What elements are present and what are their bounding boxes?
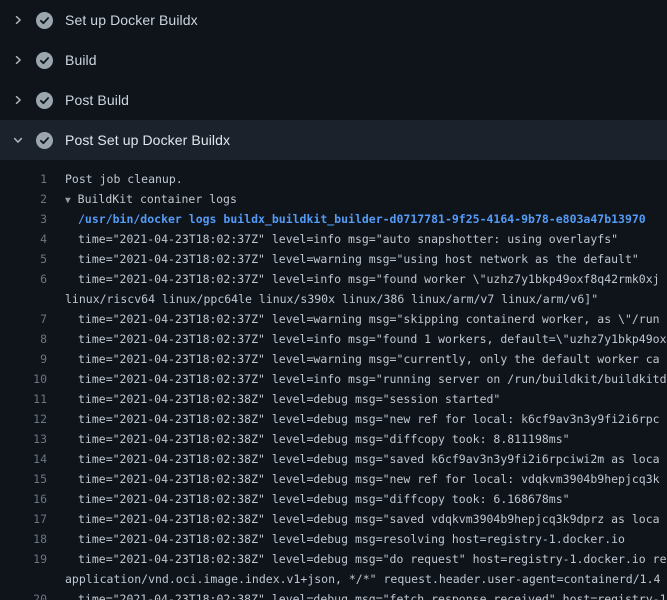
check-circle-icon [36, 52, 53, 69]
log-line-number[interactable]: 6 [0, 269, 47, 289]
log-line-number[interactable]: 17 [0, 509, 47, 529]
log-line-text: time="2021-04-23T18:02:37Z" level=warnin… [47, 249, 667, 269]
step-label: Build [65, 52, 97, 68]
log-line: 13 time="2021-04-23T18:02:38Z" level=deb… [0, 429, 667, 449]
log-line: 18 time="2021-04-23T18:02:38Z" level=deb… [0, 529, 667, 549]
log-line-text: time="2021-04-23T18:02:38Z" level=debug … [47, 529, 667, 549]
step-row-post-build[interactable]: Post Build [0, 80, 667, 120]
log-line-number[interactable]: 15 [0, 469, 47, 489]
log-line-text: time="2021-04-23T18:02:38Z" level=debug … [47, 589, 667, 600]
log-line-text: time="2021-04-23T18:02:37Z" level=info m… [47, 229, 667, 249]
log-line: 16 time="2021-04-23T18:02:38Z" level=deb… [0, 489, 667, 509]
log-line-text: time="2021-04-23T18:02:38Z" level=debug … [47, 549, 667, 569]
log-console[interactable]: 1 Post job cleanup. 2 ▼ BuildKit contain… [0, 160, 667, 600]
log-line: 6 time="2021-04-23T18:02:37Z" level=info… [0, 269, 667, 289]
log-line-number [0, 569, 47, 589]
log-line-number[interactable]: 9 [0, 349, 47, 369]
group-collapse-icon[interactable]: ▼ [65, 195, 71, 206]
log-line-wrap: linux/riscv64 linux/ppc64le linux/s390x … [0, 289, 667, 309]
log-line-text: Post job cleanup. [47, 169, 667, 189]
log-line-text: time="2021-04-23T18:02:37Z" level=warnin… [47, 349, 667, 369]
check-circle-icon [36, 132, 53, 149]
step-label: Post Build [65, 92, 129, 108]
log-line: 12 time="2021-04-23T18:02:38Z" level=deb… [0, 409, 667, 429]
log-line-text: time="2021-04-23T18:02:38Z" level=debug … [47, 429, 667, 449]
log-line: 14 time="2021-04-23T18:02:38Z" level=deb… [0, 449, 667, 469]
log-line-number[interactable]: 11 [0, 389, 47, 409]
log-line: 10 time="2021-04-23T18:02:37Z" level=inf… [0, 369, 667, 389]
log-line-number[interactable]: 18 [0, 529, 47, 549]
log-line-text: time="2021-04-23T18:02:38Z" level=debug … [47, 409, 667, 429]
log-line: 2 ▼ BuildKit container logs [0, 189, 667, 209]
log-line-number[interactable]: 13 [0, 429, 47, 449]
log-line: 9 time="2021-04-23T18:02:37Z" level=warn… [0, 349, 667, 369]
log-line: 8 time="2021-04-23T18:02:37Z" level=info… [0, 329, 667, 349]
log-group-header[interactable]: ▼ BuildKit container logs [47, 189, 667, 209]
log-line-text: linux/riscv64 linux/ppc64le linux/s390x … [47, 289, 667, 309]
log-line-number[interactable]: 10 [0, 369, 47, 389]
log-line: 11 time="2021-04-23T18:02:38Z" level=deb… [0, 389, 667, 409]
steps-list: Set up Docker Buildx Build Post Build Po… [0, 0, 667, 160]
step-row-set-up-docker-buildx[interactable]: Set up Docker Buildx [0, 0, 667, 40]
log-line: 15 time="2021-04-23T18:02:38Z" level=deb… [0, 469, 667, 489]
log-line-number[interactable]: 4 [0, 229, 47, 249]
log-line-number [0, 289, 47, 309]
chevron-right-icon [11, 94, 24, 107]
log-line-wrap: application/vnd.oci.image.index.v1+json,… [0, 569, 667, 589]
log-line-number[interactable]: 5 [0, 249, 47, 269]
step-row-post-set-up-docker-buildx[interactable]: Post Set up Docker Buildx [0, 120, 667, 160]
step-row-build[interactable]: Build [0, 40, 667, 80]
log-line-number[interactable]: 16 [0, 489, 47, 509]
log-line-text: time="2021-04-23T18:02:38Z" level=debug … [47, 449, 667, 469]
check-circle-icon [36, 92, 53, 109]
check-circle-icon [36, 12, 53, 29]
log-line-text: time="2021-04-23T18:02:38Z" level=debug … [47, 469, 667, 489]
log-line: 1 Post job cleanup. [0, 169, 667, 189]
log-line-text: time="2021-04-23T18:02:37Z" level=info m… [47, 269, 667, 289]
log-line-text: time="2021-04-23T18:02:37Z" level=warnin… [47, 309, 667, 329]
log-line-number[interactable]: 3 [0, 209, 47, 229]
log-line-text: time="2021-04-23T18:02:37Z" level=info m… [47, 369, 667, 389]
log-line-number[interactable]: 19 [0, 549, 47, 569]
log-line-number[interactable]: 8 [0, 329, 47, 349]
log-line: 4 time="2021-04-23T18:02:37Z" level=info… [0, 229, 667, 249]
log-line-number[interactable]: 12 [0, 409, 47, 429]
log-line: 3 /usr/bin/docker logs buildx_buildkit_b… [0, 209, 667, 229]
log-line: 7 time="2021-04-23T18:02:37Z" level=warn… [0, 309, 667, 329]
log-line-text: application/vnd.oci.image.index.v1+json,… [47, 569, 667, 589]
chevron-right-icon [11, 54, 24, 67]
log-line-number[interactable]: 7 [0, 309, 47, 329]
log-line-number[interactable]: 20 [0, 589, 47, 600]
log-line-number[interactable]: 1 [0, 169, 47, 189]
chevron-right-icon [11, 14, 24, 27]
log-line: 5 time="2021-04-23T18:02:37Z" level=warn… [0, 249, 667, 269]
log-line: 20 time="2021-04-23T18:02:38Z" level=deb… [0, 589, 667, 600]
log-line-text: time="2021-04-23T18:02:38Z" level=debug … [47, 509, 667, 529]
step-label: Set up Docker Buildx [65, 12, 198, 28]
log-line-number[interactable]: 14 [0, 449, 47, 469]
log-line-text: time="2021-04-23T18:02:38Z" level=debug … [47, 489, 667, 509]
log-command-text: /usr/bin/docker logs buildx_buildkit_bui… [47, 209, 667, 229]
chevron-down-icon [11, 134, 24, 147]
log-line-text: time="2021-04-23T18:02:38Z" level=debug … [47, 389, 667, 409]
log-line: 17 time="2021-04-23T18:02:38Z" level=deb… [0, 509, 667, 529]
log-line: 19 time="2021-04-23T18:02:38Z" level=deb… [0, 549, 667, 569]
step-label: Post Set up Docker Buildx [65, 132, 230, 148]
log-line-number[interactable]: 2 [0, 189, 47, 209]
actions-log-viewer: Set up Docker Buildx Build Post Build Po… [0, 0, 667, 600]
log-line-text: time="2021-04-23T18:02:37Z" level=info m… [47, 329, 667, 349]
